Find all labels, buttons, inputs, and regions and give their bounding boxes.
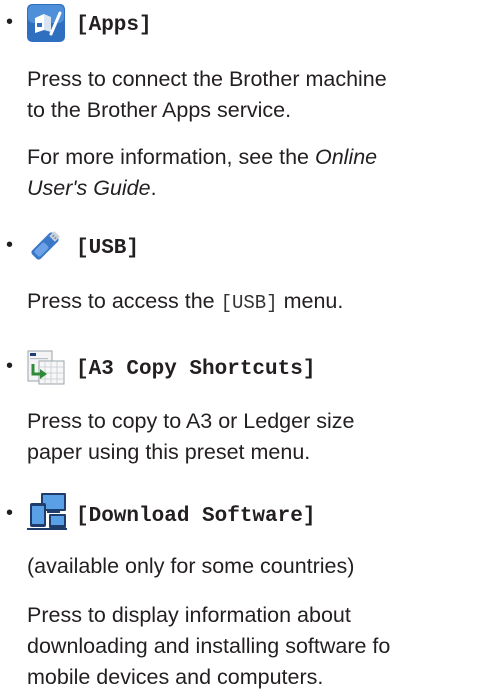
online-users-guide-link[interactable]: Online	[315, 145, 377, 169]
apps-icon	[27, 4, 65, 42]
usb-description-suffix: menu.	[277, 289, 344, 313]
usb-description: Press to access the [USB] menu.	[27, 286, 343, 319]
bullet: •	[6, 11, 14, 33]
a3-copy-shortcuts-icon	[27, 350, 65, 385]
apps-more-info-prefix: For more information, see the	[27, 145, 315, 169]
usb-icon	[31, 231, 60, 260]
download-software-icon	[27, 493, 67, 530]
usb-menu-code: [USB]	[220, 292, 278, 314]
bullet: •	[6, 502, 14, 524]
bullet: •	[6, 234, 14, 256]
download-description-line-2: downloading and installing software fo	[27, 634, 391, 658]
usb-label: [USB]	[76, 237, 140, 260]
download-software-description: Press to display information about downl…	[27, 600, 390, 693]
apps-description-line-1: Press to connect the Brother machine	[27, 67, 387, 91]
download-software-label: [Download Software]	[76, 505, 316, 528]
bullet: •	[6, 355, 14, 377]
apps-description-line-2: to the Brother Apps service.	[27, 98, 292, 122]
usb-description-prefix: Press to access the	[27, 289, 221, 313]
download-description-line-3: mobile devices and computers.	[27, 665, 324, 689]
apps-label: [Apps]	[76, 14, 152, 37]
apps-more-info: For more information, see the Online Use…	[27, 142, 377, 204]
download-description-line-1: Press to display information about	[27, 603, 351, 627]
a3-copy-shortcuts-label: [A3 Copy Shortcuts]	[76, 358, 316, 381]
online-users-guide-link-cont[interactable]: User's Guide	[27, 176, 151, 200]
a3-copy-description: Press to copy to A3 or Ledger size paper…	[27, 406, 354, 468]
a3-copy-description-line-1: Press to copy to A3 or Ledger size	[27, 409, 355, 433]
availability-note: (available only for some countries)	[27, 554, 355, 578]
a3-copy-description-line-2: paper using this preset menu.	[27, 440, 311, 464]
apps-more-info-suffix: .	[150, 176, 157, 200]
apps-description: Press to connect the Brother machine to …	[27, 64, 387, 126]
